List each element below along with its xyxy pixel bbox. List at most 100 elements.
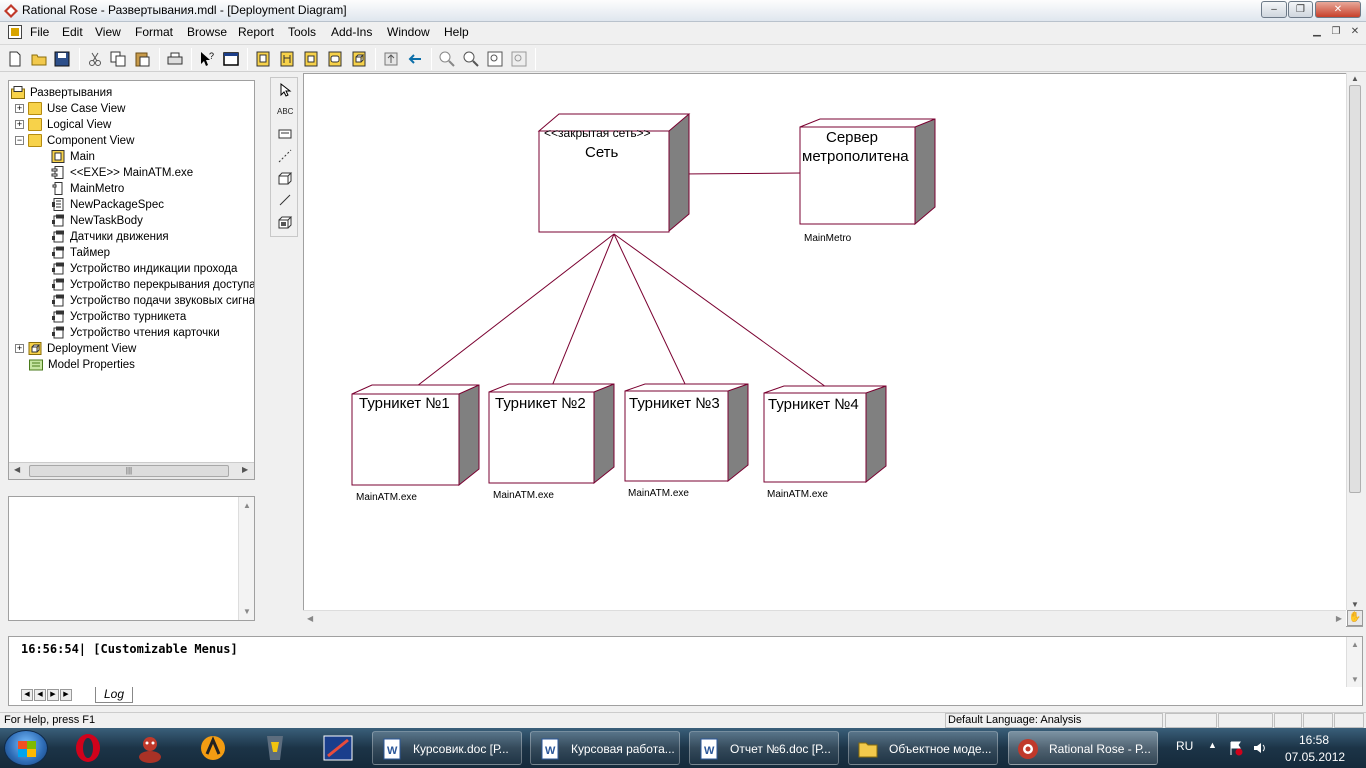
browse-previous-diagram-icon[interactable] [406,50,424,68]
scroll-up-icon[interactable]: ▲ [243,501,251,510]
start-button[interactable] [4,730,48,766]
menu-add-ins[interactable]: Add-Ins [331,25,372,39]
scroll-down-icon[interactable]: ▼ [1351,675,1359,684]
mdi-restore-button[interactable]: ❐ [1328,25,1344,39]
expand-icon[interactable]: + [15,344,24,354]
clock-time[interactable]: 16:58 [1299,733,1329,747]
tree-item-timer[interactable]: Таймер [51,245,110,261]
fit-in-window-icon[interactable] [486,50,504,68]
tree-item-mainmetro[interactable]: MainMetro [51,181,124,197]
anchor-note-tool-icon[interactable] [277,148,293,164]
scroll-thumb[interactable] [1349,85,1361,493]
open-folder-icon[interactable] [30,50,48,68]
opera-icon[interactable] [68,732,108,764]
scroll-down-icon[interactable]: ▼ [1351,600,1359,609]
model-browser[interactable]: Развертывания + Use Case View + Logical Vi… [8,80,255,480]
print-icon[interactable] [166,50,184,68]
game-icon[interactable] [255,732,295,764]
task-kursovik[interactable]: W Курсовик.doc [Р... [372,731,522,765]
documentation-scrollbar[interactable]: ▲ ▼ [238,497,254,620]
save-icon[interactable] [53,50,71,68]
volume-icon[interactable] [1252,740,1268,756]
restore-button[interactable]: ❐ [1288,1,1313,18]
scroll-right-icon[interactable]: ▶ [1336,614,1342,623]
processor-tool-icon[interactable] [277,170,293,186]
keyboard-language[interactable]: RU [1176,739,1193,753]
agent-icon[interactable] [130,732,170,764]
menu-help[interactable]: Help [444,25,469,39]
scroll-up-icon[interactable]: ▲ [1351,74,1359,83]
avast-icon[interactable] [193,732,233,764]
paint-icon[interactable] [318,732,358,764]
tree-item-access-blocker[interactable]: Устройство перекрывания доступа [51,277,254,293]
connection-tool-icon[interactable] [277,192,293,208]
previous-tab-icon[interactable]: ◀ [34,688,46,701]
task-rational-rose[interactable]: Rational Rose - Р... [1008,731,1158,765]
deployment-diagram-canvas[interactable]: <<закрытая сеть>> Сеть Сервер метрополит… [303,73,1363,627]
tree-item-motion-sensors[interactable]: Датчики движения [51,229,169,245]
scroll-left-icon[interactable]: ◀ [307,614,313,623]
note-tool-icon[interactable] [277,126,293,142]
tree-item-sound-signals[interactable]: Устройство подачи звуковых сигнал [51,293,254,309]
collapse-icon[interactable]: − [15,136,24,146]
paste-icon[interactable] [133,50,151,68]
expand-icon[interactable]: + [15,104,24,114]
tree-root[interactable]: Развертывания [11,85,112,101]
menu-file[interactable]: File [30,25,49,39]
scroll-down-icon[interactable]: ▼ [243,607,251,616]
browser-horizontal-scrollbar[interactable]: ◀ ||| ▶ [9,462,254,479]
tree-item-pass-indicator[interactable]: Устройство индикации прохода [51,261,237,277]
scroll-thumb[interactable]: ||| [29,465,229,477]
menu-format[interactable]: Format [135,25,173,39]
task-explorer-folder[interactable]: Объектное моде... [848,731,998,765]
device-tool-icon[interactable] [277,214,293,230]
tree-item-turnstile-device[interactable]: Устройство турникета [51,309,186,325]
undo-fit-in-window-icon[interactable] [510,50,528,68]
selection-tool-icon[interactable] [277,82,293,98]
cut-icon[interactable] [86,50,104,68]
text-tool-icon[interactable]: ABC [277,104,293,120]
action-center-flag-icon[interactable] [1228,740,1244,756]
mdi-minimize-button[interactable]: ▁ [1309,25,1325,39]
menu-tools[interactable]: Tools [288,25,316,39]
task-kursovaya[interactable]: W Курсовая работа... [530,731,680,765]
context-help-icon[interactable]: ? [198,50,216,68]
tree-item-model-properties[interactable]: Model Properties [29,357,135,373]
tree-item-deployment-view[interactable]: + Deployment View [15,341,136,357]
browse-interaction-diagram-icon[interactable] [278,50,296,68]
tree-item-mainatm[interactable]: <<EXE>> MainATM.exe [51,165,193,181]
last-tab-icon[interactable]: ▶ [60,688,72,701]
diagram-vertical-scrollbar[interactable]: ▲ ▼ [1346,73,1363,610]
minimize-button[interactable]: ‒ [1261,1,1287,18]
zoom-in-icon[interactable] [438,50,456,68]
show-hidden-icons-icon[interactable]: ▲ [1208,740,1217,750]
menu-window[interactable]: Window [387,25,430,39]
menu-report[interactable]: Report [238,25,274,39]
tree-item-newtaskbody[interactable]: NewTaskBody [51,213,143,229]
mdi-close-button[interactable]: ✕ [1347,25,1363,39]
expand-icon[interactable]: + [15,120,24,130]
next-tab-icon[interactable]: ▶ [47,688,59,701]
log-scrollbar[interactable]: ▲ ▼ [1346,637,1362,687]
tab-log[interactable]: Log [95,687,134,703]
scroll-up-icon[interactable]: ▲ [1351,640,1359,649]
new-file-icon[interactable] [6,50,24,68]
pan-hand-icon[interactable]: ✋ [1347,610,1363,626]
tree-item-card-reader[interactable]: Устройство чтения карточки [51,325,220,341]
scroll-right-icon[interactable]: ▶ [242,465,248,474]
browse-component-diagram-icon[interactable] [302,50,320,68]
diagram-horizontal-scrollbar[interactable]: ◀ ▶ [303,610,1346,627]
clock-date[interactable]: 07.05.2012 [1285,750,1345,764]
browse-state-diagram-icon[interactable] [326,50,344,68]
close-button[interactable]: ✕ [1315,1,1361,18]
zoom-out-icon[interactable] [462,50,480,68]
log-window[interactable]: 16:56:54| [Customizable Menus] ◀ ◀ ▶ ▶ Log … [8,636,1363,706]
tree-item-use-case-view[interactable]: + Use Case View [15,101,125,117]
tree-item-logical-view[interactable]: + Logical View [15,117,111,133]
copy-icon[interactable] [109,50,127,68]
browse-class-diagram-icon[interactable] [254,50,272,68]
tree-item-main[interactable]: Main [51,149,95,165]
first-tab-icon[interactable]: ◀ [21,688,33,701]
documentation-pane[interactable]: ▲ ▼ [8,496,255,621]
menu-view[interactable]: View [95,25,121,39]
